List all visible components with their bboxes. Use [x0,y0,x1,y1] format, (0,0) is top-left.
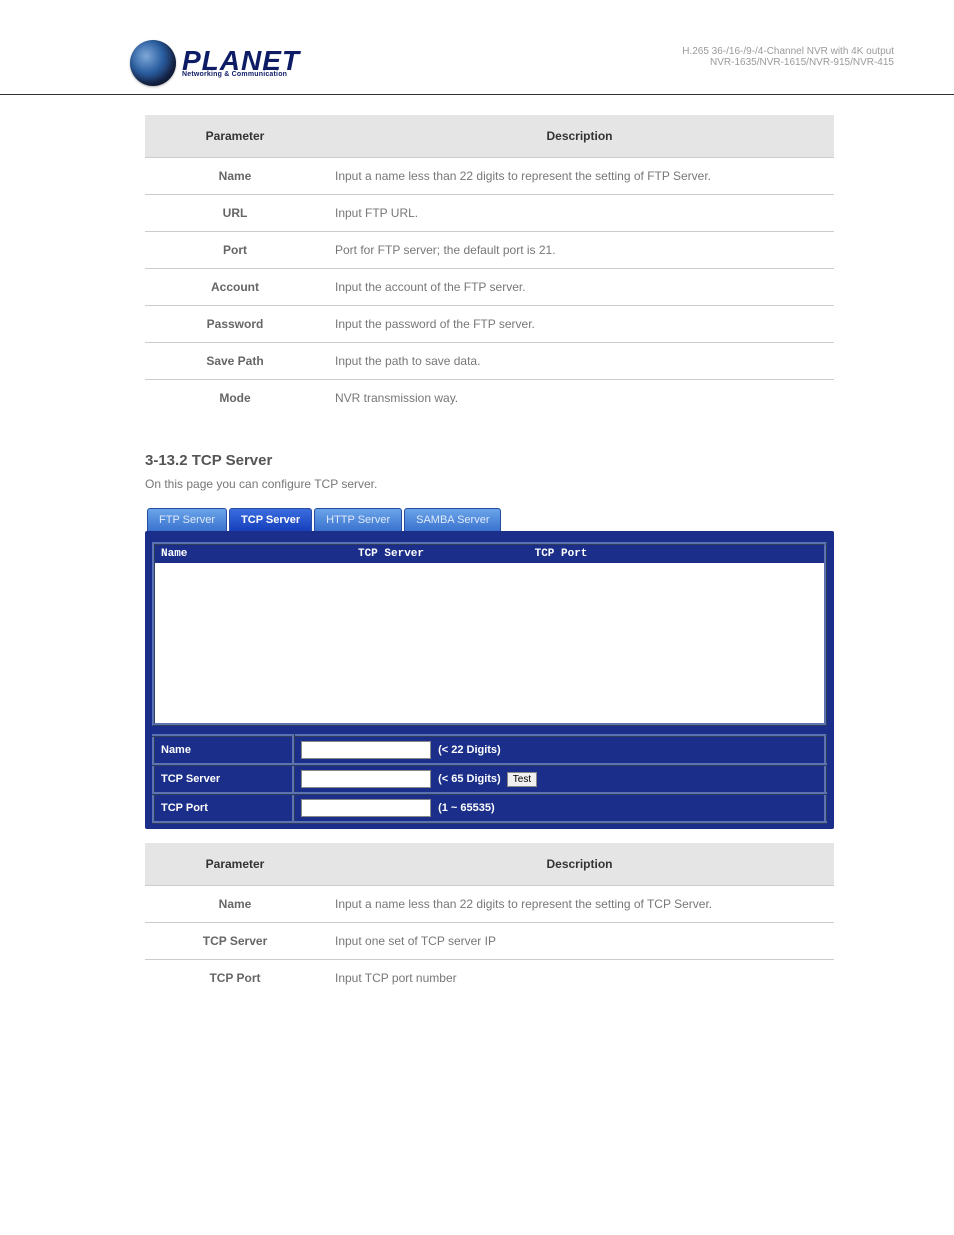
tcp-port-input[interactable] [301,799,431,817]
form-label-tcp-server: TCP Server [154,765,294,794]
table-row-desc: Input one set of TCP server IP [325,923,834,960]
table-row-label: Account [145,269,325,306]
table-row-desc: Input the account of the FTP server. [325,269,834,306]
server-tabs: FTP Server TCP Server HTTP Server SAMBA … [147,508,834,531]
section-title-tcp: 3-13.2 TCP Server [145,452,834,469]
table-row-label: Name [145,886,325,923]
section-desc-tcp: On this page you can configure TCP serve… [145,475,834,494]
table-row-label: Port [145,232,325,269]
planet-globe-icon [130,40,176,86]
tcp-server-panel: Name TCP Server TCP Port Name (< 22 Digi… [145,531,834,829]
table-row-desc: Input a name less than 22 digits to repr… [325,158,834,195]
list-col-server: TCP Server [301,548,481,560]
header-device-info: H.265 36-/16-/9-/4-Channel NVR with 4K o… [682,40,894,68]
table-row-label: Mode [145,380,325,417]
name-input[interactable] [301,741,431,759]
brand-logo: PLANET Networking & Communication [130,40,300,86]
name-hint: (< 22 Digits) [438,744,501,756]
test-button[interactable]: Test [507,772,537,787]
form-label-tcp-port: TCP Port [154,794,294,823]
ftp-parameter-table: Parameter Description NameInput a name l… [145,115,834,416]
table-row-label: Password [145,306,325,343]
table-row-label: Name [145,158,325,195]
brand-name: PLANET [182,48,300,73]
table-row-desc: Input the password of the FTP server. [325,306,834,343]
brand-tagline: Networking & Communication [182,71,300,78]
tab-samba-server[interactable]: SAMBA Server [404,508,501,531]
table-row-desc: Input TCP port number [325,960,834,997]
table-row-label: URL [145,195,325,232]
th-parameter: Parameter [145,843,325,886]
table-row-desc: NVR transmission way. [325,380,834,417]
tcp-parameter-table: Parameter Description NameInput a name l… [145,843,834,996]
list-col-port: TCP Port [481,548,641,560]
table-row-label: TCP Server [145,923,325,960]
th-parameter: Parameter [145,115,325,158]
tab-ftp-server[interactable]: FTP Server [147,508,227,531]
table-row-desc: Input FTP URL. [325,195,834,232]
tcp-server-list[interactable] [155,563,824,723]
table-row-desc: Port for FTP server; the default port is… [325,232,834,269]
tab-tcp-server[interactable]: TCP Server [229,508,312,531]
tab-http-server[interactable]: HTTP Server [314,508,402,531]
table-row-label: TCP Port [145,960,325,997]
table-row-label: Save Path [145,343,325,380]
tcp-port-hint: (1 ~ 65535) [438,802,495,814]
table-row-desc: Input a name less than 22 digits to repr… [325,886,834,923]
form-label-name: Name [154,736,294,765]
tcp-server-hint: (< 65 Digits) [438,773,501,785]
list-col-name: Name [161,548,301,560]
th-description: Description [325,843,834,886]
tcp-server-input[interactable] [301,770,431,788]
table-row-desc: Input the path to save data. [325,343,834,380]
th-description: Description [325,115,834,158]
